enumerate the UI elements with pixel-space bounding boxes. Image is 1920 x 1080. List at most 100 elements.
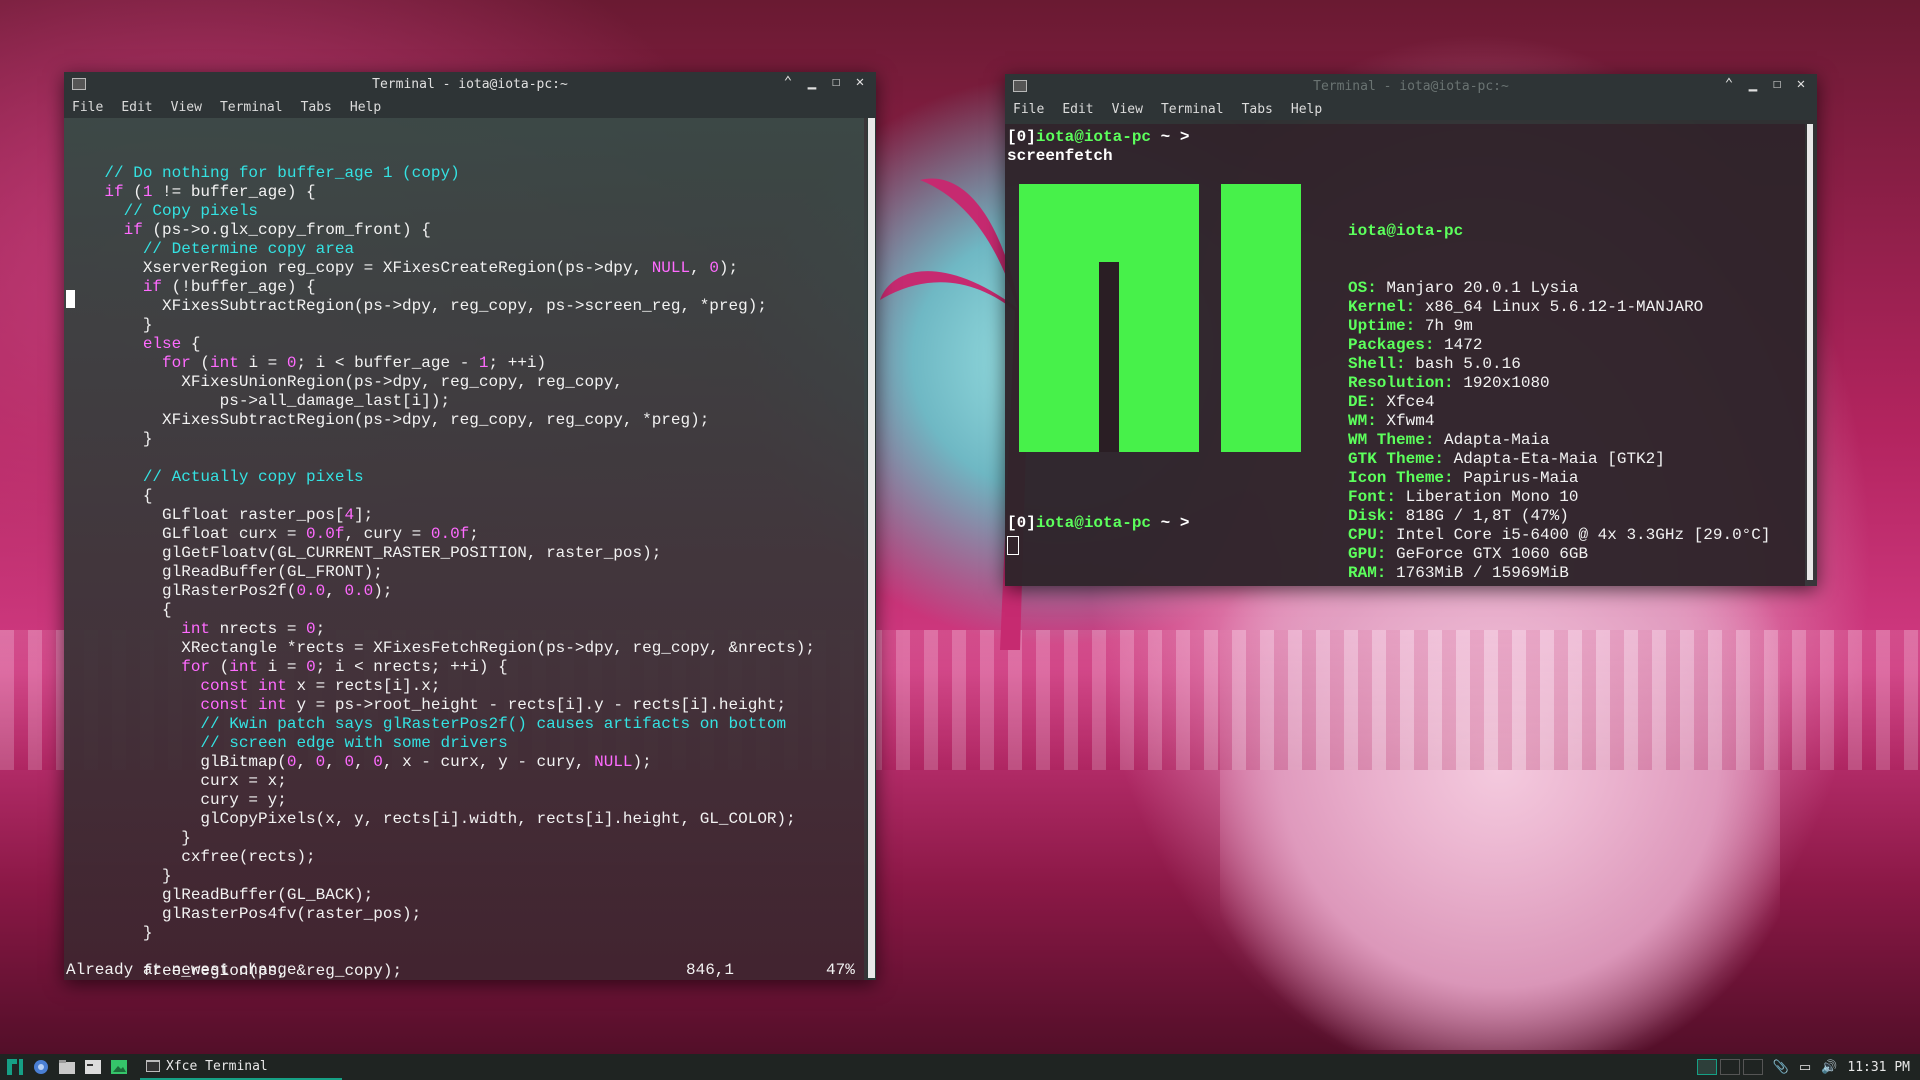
menu-view[interactable]: View [171, 100, 202, 115]
info-key: Font: [1348, 488, 1397, 506]
taskbar: Xfce Terminal 📎 ▭ 🔊 11:31 PM [0, 1054, 1920, 1080]
info-key: Uptime: [1348, 317, 1416, 335]
info-key: OS: [1348, 279, 1377, 297]
code-line: XFixesUnionRegion(ps->dpy, reg_copy, reg… [66, 373, 623, 391]
workspace-1[interactable] [1696, 1059, 1717, 1075]
text-cursor [66, 290, 75, 308]
shell-prompt-line: [0]iota@iota-pc ~ > [1007, 514, 1199, 533]
maximize-button[interactable]: ☐ [1769, 76, 1785, 92]
terminal-content[interactable]: [0]iota@iota-pc ~ > screenfetch iota@iot… [1005, 124, 1805, 586]
code-line: XRectangle *rects = XFixesFetchRegion(ps… [66, 639, 815, 657]
system-info-row: Kernel: x86_64 Linux 5.6.12-1-MANJARO [1348, 298, 1770, 317]
window-titlebar[interactable]: Terminal - iota@iota-pc:~ ⌃ ▁ ☐ ✕ [1005, 74, 1817, 98]
taskbar-item-xfce-terminal[interactable]: Xfce Terminal [140, 1054, 342, 1080]
scroll-percent: 47% [826, 961, 855, 979]
menu-edit[interactable]: Edit [121, 100, 152, 115]
workspace-3[interactable] [1742, 1059, 1763, 1075]
file-manager-icon[interactable] [56, 1056, 78, 1078]
vim-status-line: Already at newest change 846,1 47% [66, 961, 856, 980]
shade-button[interactable]: ⌃ [1721, 76, 1737, 92]
code-line: // Kwin patch says glRasterPos2f() cause… [200, 715, 787, 733]
menu-tabs[interactable]: Tabs [1242, 102, 1273, 117]
scrollbar-thumb[interactable] [868, 118, 875, 978]
menu-terminal[interactable]: Terminal [220, 100, 283, 115]
code-line: cury = y; [66, 791, 287, 809]
menu-file[interactable]: File [72, 100, 103, 115]
system-info-row: WM: Xfwm4 [1348, 412, 1770, 431]
system-info-row: Resolution: 1920x1080 [1348, 374, 1770, 393]
volume-icon[interactable]: 🔊 [1821, 1060, 1837, 1075]
display-icon[interactable]: ▭ [1799, 1060, 1811, 1075]
menu-tabs[interactable]: Tabs [301, 100, 332, 115]
scrollbar[interactable] [867, 118, 876, 980]
menu-edit[interactable]: Edit [1062, 102, 1093, 117]
menu-help[interactable]: Help [1291, 102, 1322, 117]
info-value: Xfwm4 [1376, 412, 1435, 430]
clock[interactable]: 11:31 PM [1847, 1060, 1910, 1075]
info-header: iota@iota-pc [1348, 222, 1464, 240]
code-line: } [66, 430, 153, 448]
terminal-launcher-icon[interactable] [82, 1056, 104, 1078]
info-key: GPU: [1348, 545, 1387, 563]
close-button[interactable]: ✕ [852, 74, 868, 90]
image-viewer-icon[interactable] [108, 1056, 130, 1078]
info-key: CPU: [1348, 526, 1387, 544]
window-titlebar[interactable]: Terminal - iota@iota-pc:~ ⌃ ▁ ☐ ✕ [64, 72, 876, 96]
browser-icon[interactable] [30, 1056, 52, 1078]
info-value: 1920x1080 [1453, 374, 1550, 392]
info-key: Disk: [1348, 507, 1397, 525]
code-line: } [66, 829, 191, 847]
code-line: glGetFloatv(GL_CURRENT_RASTER_POSITION, … [66, 544, 662, 562]
terminal-content[interactable]: // Do nothing for buffer_age 1 (copy) if… [64, 118, 864, 980]
code-line: GLfloat raster_pos[4]; [66, 506, 374, 524]
info-value: Xfce4 [1376, 393, 1435, 411]
info-value: bash 5.0.16 [1405, 355, 1521, 373]
terminal-window-screenfetch[interactable]: Terminal - iota@iota-pc:~ ⌃ ▁ ☐ ✕ File E… [1005, 74, 1817, 586]
prompt-user: iota@iota-pc [1035, 128, 1152, 146]
info-value: Liberation Mono 10 [1396, 488, 1579, 506]
workspace-switcher[interactable] [1696, 1059, 1763, 1075]
code-line: glCopyPixels(x, y, rects[i].width, rects… [66, 810, 796, 828]
menu-terminal[interactable]: Terminal [1161, 102, 1224, 117]
code-line: { [66, 487, 153, 505]
code-line: } [66, 924, 153, 942]
system-info-row: GPU: GeForce GTX 1060 6GB [1348, 545, 1770, 564]
code-line: XFixesSubtractRegion(ps->dpy, reg_copy, … [66, 411, 710, 429]
maximize-button[interactable]: ☐ [828, 74, 844, 90]
code-line: else { [142, 335, 201, 353]
whisker-menu-icon[interactable] [4, 1056, 26, 1078]
workspace-2[interactable] [1719, 1059, 1740, 1075]
code-line: if (ps->o.glx_copy_from_front) { [123, 221, 431, 239]
menu-file[interactable]: File [1013, 102, 1044, 117]
shade-button[interactable]: ⌃ [780, 74, 796, 90]
close-button[interactable]: ✕ [1793, 76, 1809, 92]
system-info-row: Disk: 818G / 1,8T (47%) [1348, 507, 1770, 526]
menu-view[interactable]: View [1112, 102, 1143, 117]
scrollbar[interactable] [1807, 124, 1813, 580]
taskbar-item-label: Xfce Terminal [166, 1058, 268, 1074]
info-value: GeForce GTX 1060 6GB [1386, 545, 1589, 563]
prompt-user: iota@iota-pc [1035, 514, 1152, 532]
info-value: 1763MiB / 15969MiB [1386, 564, 1569, 582]
terminal-window-vim[interactable]: Terminal - iota@iota-pc:~ ⌃ ▁ ☐ ✕ File E… [64, 72, 876, 980]
minimize-button[interactable]: ▁ [1745, 76, 1761, 92]
menu-bar: File Edit View Terminal Tabs Help [64, 96, 876, 118]
info-key: WM: [1348, 412, 1377, 430]
system-info-row: Font: Liberation Mono 10 [1348, 488, 1770, 507]
code-line: glRasterPos4fv(raster_pos); [66, 905, 422, 923]
minimize-button[interactable]: ▁ [804, 74, 820, 90]
code-line: for (int i = 0; i < buffer_age - 1; ++i) [162, 354, 547, 372]
cursor-position: 846,1 [686, 961, 735, 979]
code-line: } [66, 867, 172, 885]
clipboard-icon[interactable]: 📎 [1773, 1060, 1789, 1075]
shell-prompt-line: [0]iota@iota-pc ~ > screenfetch [1007, 128, 1199, 166]
info-value: Adapta-Maia [1434, 431, 1550, 449]
prompt-index: [0] [1007, 514, 1036, 532]
code-line: const int y = ps->root_height - rects[i]… [200, 696, 787, 714]
system-info-row: Uptime: 7h 9m [1348, 317, 1770, 336]
menu-help[interactable]: Help [350, 100, 381, 115]
manjaro-logo-icon [1019, 184, 1301, 452]
system-info-row: OS: Manjaro 20.0.1 Lysia [1348, 279, 1770, 298]
code-line: if (1 != buffer_age) { [104, 183, 316, 201]
